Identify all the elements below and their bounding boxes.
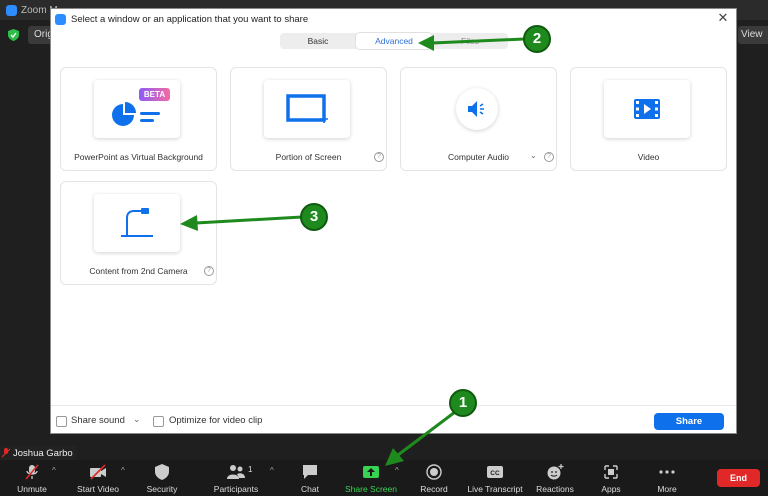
- annotation-arrows: [180, 35, 525, 466]
- callout-badge-3: 3: [300, 203, 328, 231]
- callout-badge-2: 2: [523, 25, 551, 53]
- callout-badge-1: 1: [449, 389, 477, 417]
- zoom-share-screen-scene: Zoom M Origi View Select a window or an …: [0, 0, 768, 496]
